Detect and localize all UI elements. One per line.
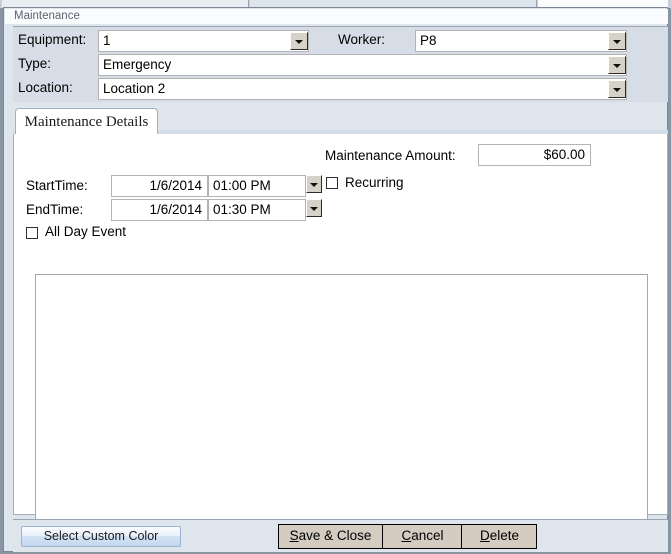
cancel-accel: C bbox=[401, 528, 411, 543]
location-chevron-down-icon[interactable] bbox=[608, 80, 626, 98]
notes-textarea[interactable] bbox=[35, 274, 648, 542]
header-panel: Equipment: 1 Worker: P8 Type: Emergency … bbox=[13, 26, 668, 102]
application-root: Maintenance Equipment: 1 Worker: P8 Type… bbox=[0, 0, 671, 554]
save-accel: S bbox=[290, 528, 299, 543]
equipment-combo[interactable]: 1 bbox=[98, 30, 309, 52]
type-label: Type: bbox=[18, 56, 51, 71]
worker-combo[interactable]: P8 bbox=[415, 30, 627, 52]
delete-button[interactable]: Delete bbox=[463, 525, 536, 548]
end-date-input[interactable]: 1/6/2014 bbox=[111, 199, 208, 221]
maintenance-amount-input[interactable]: $60.00 bbox=[478, 144, 591, 166]
end-time-label: EndTime: bbox=[26, 202, 83, 217]
footer-bar: Select Custom Color Save & Close Cancel … bbox=[13, 519, 668, 552]
window-title: Maintenance bbox=[5, 9, 668, 24]
select-custom-color-button[interactable]: Select Custom Color bbox=[21, 526, 181, 547]
tab-maintenance-details[interactable]: Maintenance Details bbox=[15, 108, 158, 135]
start-time-input[interactable]: 01:00 PM bbox=[208, 175, 306, 197]
worker-chevron-down-icon[interactable] bbox=[608, 32, 626, 50]
location-label: Location: bbox=[18, 80, 73, 95]
type-chevron-down-icon[interactable] bbox=[608, 56, 626, 74]
maintenance-amount-label: Maintenance Amount: bbox=[325, 148, 456, 163]
worker-label: Worker: bbox=[338, 32, 385, 47]
delete-rest: elete bbox=[490, 528, 519, 543]
equipment-chevron-down-icon[interactable] bbox=[290, 32, 308, 50]
tab-panel-maintenance-details: Maintenance Amount: $60.00 StartTime: 1/… bbox=[13, 134, 668, 515]
save-and-close-button[interactable]: Save & Close bbox=[279, 525, 383, 548]
end-time-input[interactable]: 01:30 PM bbox=[208, 199, 306, 221]
cancel-rest: ancel bbox=[411, 528, 443, 543]
end-time-chevron-down-icon[interactable] bbox=[306, 199, 322, 217]
start-time-chevron-down-icon[interactable] bbox=[306, 175, 322, 193]
start-time-label: StartTime: bbox=[26, 178, 88, 193]
recurring-checkbox[interactable] bbox=[326, 177, 338, 189]
save-rest: ave & Close bbox=[299, 528, 372, 543]
tab-row: Maintenance Details bbox=[13, 108, 668, 135]
delete-accel: D bbox=[480, 528, 490, 543]
cancel-button[interactable]: Cancel bbox=[384, 525, 462, 548]
tab-control: Maintenance Details Maintenance Amount: … bbox=[13, 105, 668, 517]
all-day-event-label: All Day Event bbox=[45, 224, 126, 239]
footer-divider bbox=[13, 519, 668, 520]
recurring-label: Recurring bbox=[345, 175, 404, 190]
type-combo[interactable]: Emergency bbox=[98, 54, 627, 76]
all-day-event-checkbox[interactable] bbox=[26, 227, 38, 239]
command-button-group: Save & Close Cancel Delete bbox=[278, 524, 537, 549]
maintenance-window: Maintenance Equipment: 1 Worker: P8 Type… bbox=[3, 7, 668, 552]
start-date-input[interactable]: 1/6/2014 bbox=[111, 175, 208, 197]
location-combo[interactable]: Location 2 bbox=[98, 78, 627, 100]
equipment-label: Equipment: bbox=[18, 32, 86, 47]
